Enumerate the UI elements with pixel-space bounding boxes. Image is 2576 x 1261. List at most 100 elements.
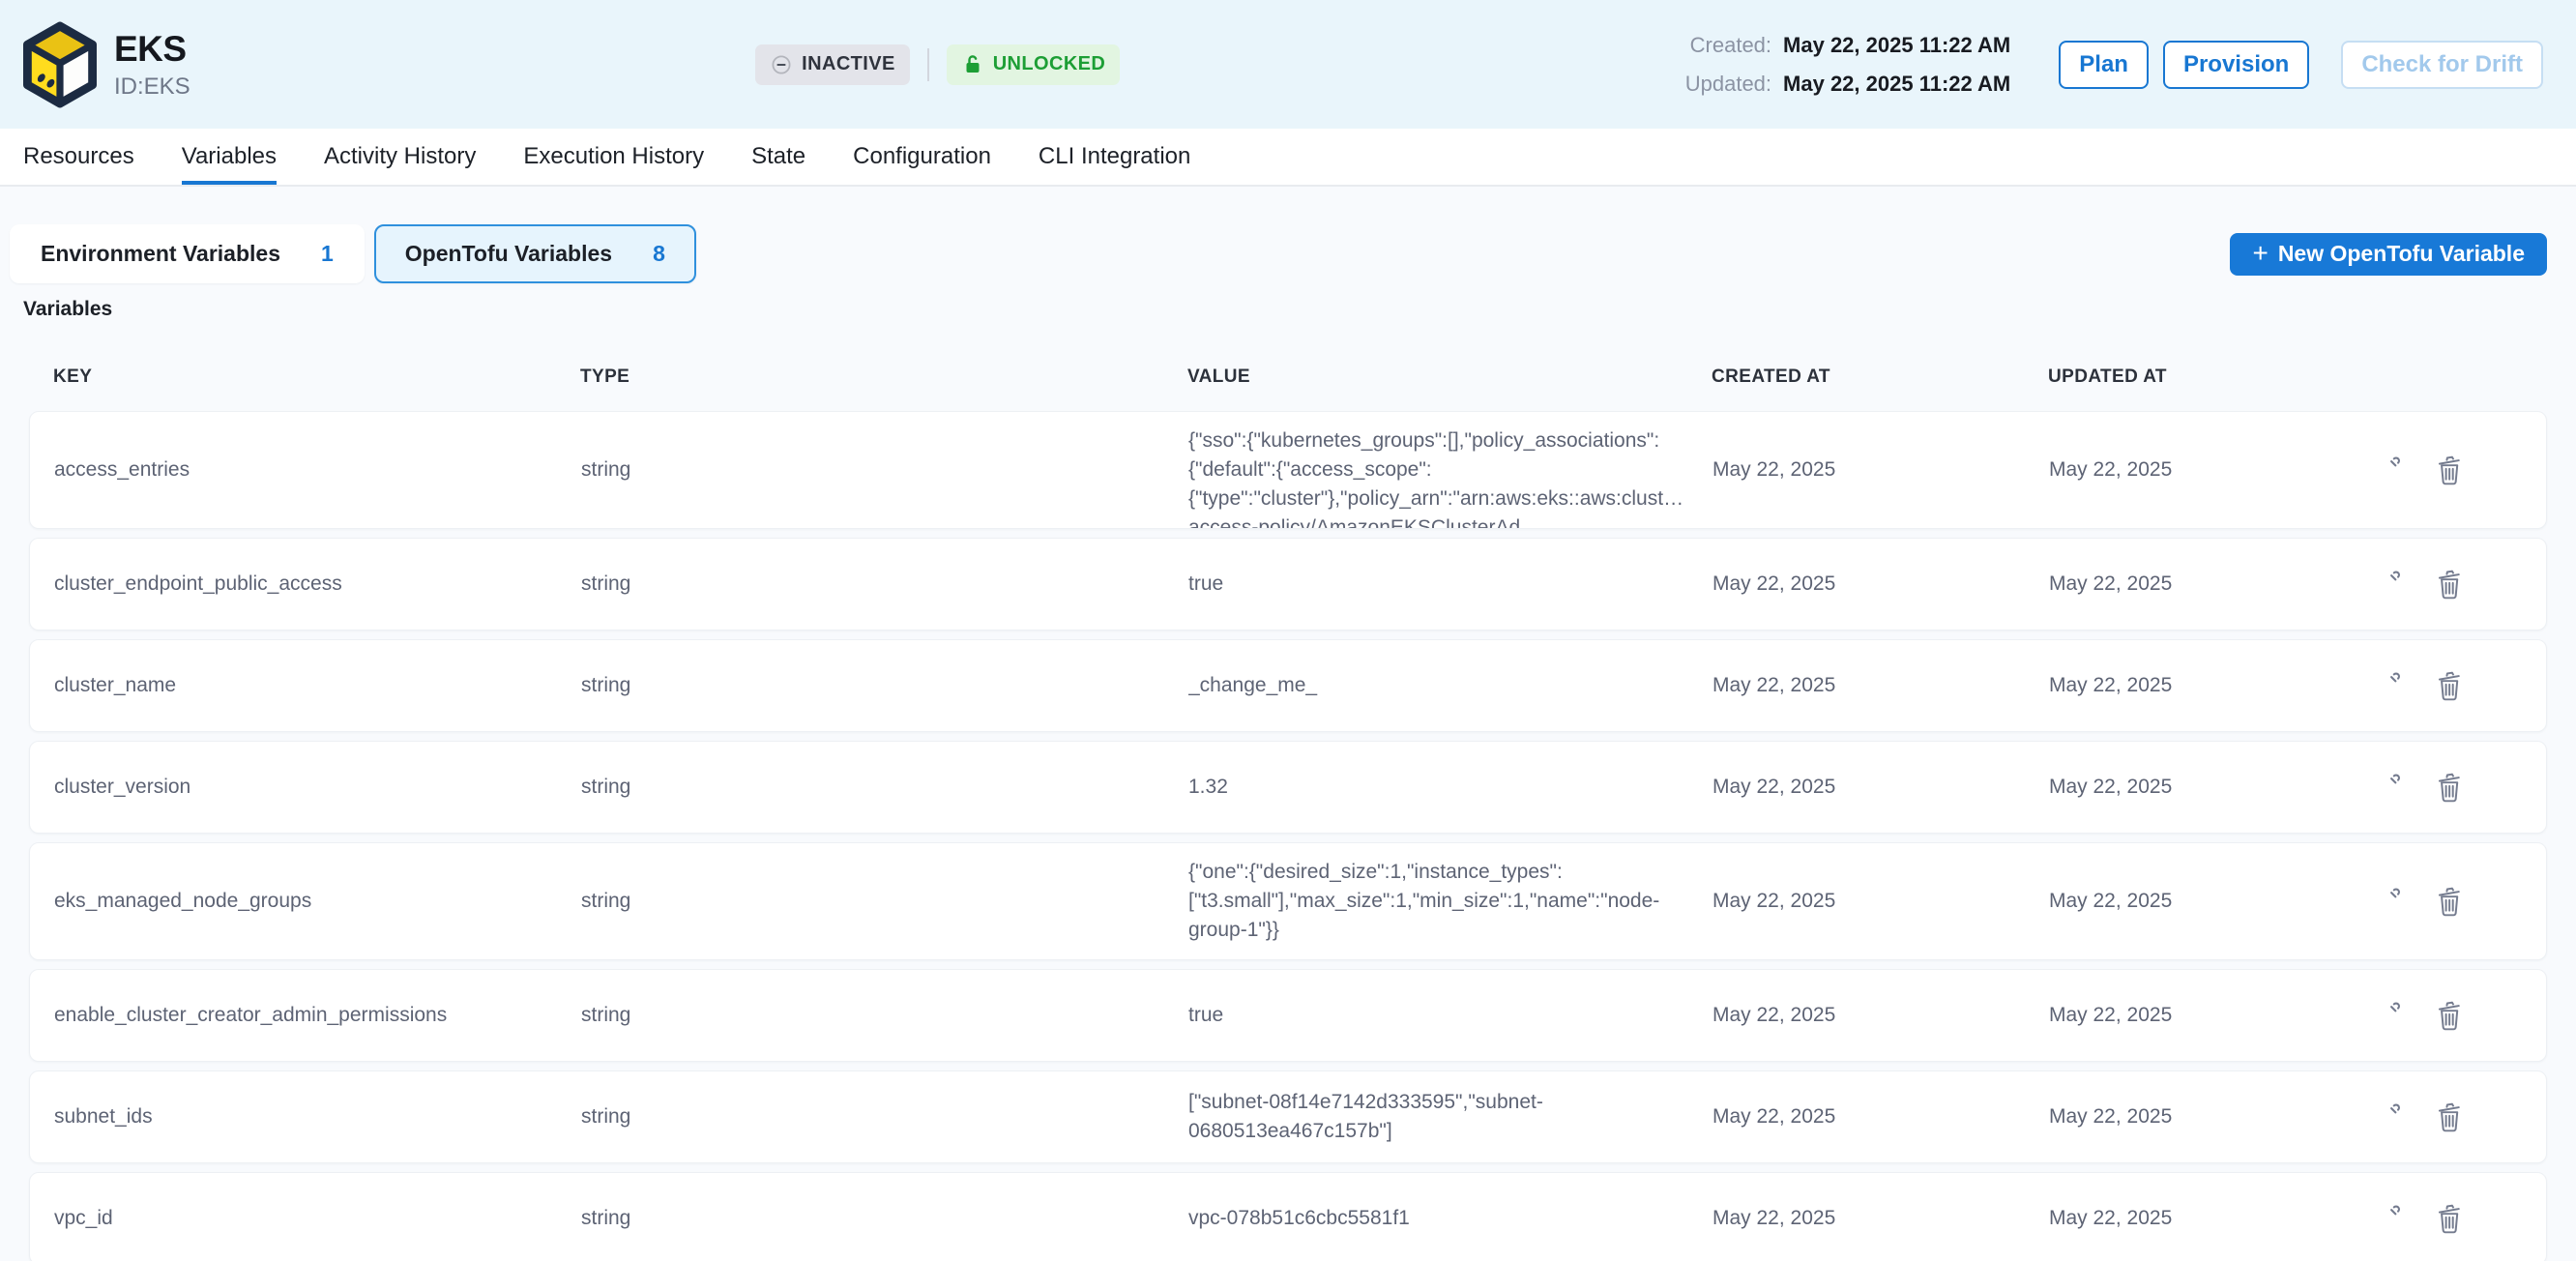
variable-updated-at: May 22, 2025 xyxy=(2049,1004,2333,1027)
variable-type: string xyxy=(581,674,1188,697)
delete-variable-button[interactable] xyxy=(2432,453,2467,487)
new-variable-label: New OpenTofu Variable xyxy=(2278,241,2525,267)
trash-icon xyxy=(2433,1202,2466,1235)
variable-key: enable_cluster_creator_admin_permissions xyxy=(54,1004,581,1027)
tab-configuration[interactable]: Configuration xyxy=(853,129,991,185)
variable-key: subnet_ids xyxy=(54,1105,581,1129)
variable-value: _change_me_ xyxy=(1188,657,1712,715)
trash-icon xyxy=(2433,885,2466,918)
variable-created-at: May 22, 2025 xyxy=(1712,572,2049,596)
status-badge-label: INACTIVE xyxy=(802,53,895,75)
tab-resources[interactable]: Resources xyxy=(23,129,134,185)
trash-icon xyxy=(2433,771,2466,804)
tab-cli-integration[interactable]: CLI Integration xyxy=(1039,129,1190,185)
edit-variable-button[interactable] xyxy=(2370,770,2405,805)
variable-type: string xyxy=(581,1105,1188,1129)
pencil-icon xyxy=(2371,669,2404,702)
edit-variable-button[interactable] xyxy=(2370,567,2405,601)
variable-value: vpc-078b51c6cbc5581f1 xyxy=(1188,1189,1712,1247)
delete-variable-button[interactable] xyxy=(2432,567,2467,601)
variable-created-at: May 22, 2025 xyxy=(1712,1207,2049,1230)
pencil-icon xyxy=(2371,1100,2404,1133)
title-block: EKS ID:EKS xyxy=(114,29,190,101)
trash-icon xyxy=(2433,1100,2466,1133)
table-row: cluster_name string _change_me_ May 22, … xyxy=(29,639,2547,732)
variable-updated-at: May 22, 2025 xyxy=(2049,572,2333,596)
variable-key: cluster_name xyxy=(54,674,581,697)
column-header-value: VALUE xyxy=(1187,367,1712,388)
opentofu-logo-icon xyxy=(21,20,99,109)
delete-variable-button[interactable] xyxy=(2432,770,2467,805)
variable-value: true xyxy=(1188,555,1712,613)
delete-variable-button[interactable] xyxy=(2432,1100,2467,1134)
variable-key: cluster_version xyxy=(54,776,581,799)
variable-type: string xyxy=(581,1207,1188,1230)
trash-icon xyxy=(2433,454,2466,486)
table-row: cluster_endpoint_public_access string tr… xyxy=(29,538,2547,630)
subtab-opentofu-variables[interactable]: OpenTofu Variables 8 xyxy=(374,224,696,283)
table-row: enable_cluster_creator_admin_permissions… xyxy=(29,969,2547,1062)
status-badges: INACTIVE UNLOCKED xyxy=(190,44,1685,85)
table-row: eks_managed_node_groups string {"one":{"… xyxy=(29,842,2547,960)
new-opentofu-variable-button[interactable]: + New OpenTofu Variable xyxy=(2230,233,2547,276)
variable-updated-at: May 22, 2025 xyxy=(2049,674,2333,697)
delete-variable-button[interactable] xyxy=(2432,1201,2467,1236)
subtab-environment-variables[interactable]: Environment Variables 1 xyxy=(10,224,365,283)
page-title: EKS xyxy=(114,29,190,70)
variable-value: {"one":{"desired_size":1,"instance_types… xyxy=(1188,843,1712,959)
variable-created-at: May 22, 2025 xyxy=(1712,458,2049,482)
pencil-icon xyxy=(2371,999,2404,1032)
variable-value: {"sso":{"kubernetes_groups":[],"policy_a… xyxy=(1188,412,1712,528)
edit-variable-button[interactable] xyxy=(2370,998,2405,1033)
plus-icon: + xyxy=(2252,240,2268,267)
edit-variable-button[interactable] xyxy=(2370,884,2405,919)
delete-variable-button[interactable] xyxy=(2432,884,2467,919)
lock-badge: UNLOCKED xyxy=(947,44,1121,85)
column-header-key: KEY xyxy=(53,367,580,388)
updated-label: Updated: xyxy=(1685,72,1771,97)
row-actions xyxy=(2333,453,2517,487)
variable-type: string xyxy=(581,890,1188,913)
tab-state[interactable]: State xyxy=(751,129,805,185)
delete-variable-button[interactable] xyxy=(2432,998,2467,1033)
trash-icon xyxy=(2433,999,2466,1032)
delete-variable-button[interactable] xyxy=(2432,668,2467,703)
variable-value: 1.32 xyxy=(1188,758,1712,816)
pencil-icon xyxy=(2371,568,2404,601)
variable-type-switcher: Environment Variables 1 OpenTofu Variabl… xyxy=(0,224,2576,283)
row-actions xyxy=(2333,1201,2517,1236)
subtab-label: OpenTofu Variables xyxy=(405,241,612,267)
badge-divider xyxy=(927,48,929,81)
variable-created-at: May 22, 2025 xyxy=(1712,776,2049,799)
tab-execution-history[interactable]: Execution History xyxy=(523,129,704,185)
row-actions xyxy=(2333,770,2517,805)
tab-activity-history[interactable]: Activity History xyxy=(324,129,476,185)
variables-table: KEY TYPE VALUE CREATED AT UPDATED AT acc… xyxy=(29,351,2547,1261)
row-actions xyxy=(2333,884,2517,919)
header-actions: Plan Provision Check for Drift xyxy=(2059,41,2543,89)
table-row: access_entries string {"sso":{"kubernete… xyxy=(29,411,2547,529)
plan-button[interactable]: Plan xyxy=(2059,41,2149,89)
variable-created-at: May 22, 2025 xyxy=(1712,890,2049,913)
check-for-drift-button[interactable]: Check for Drift xyxy=(2341,41,2543,89)
variable-updated-at: May 22, 2025 xyxy=(2049,776,2333,799)
variable-updated-at: May 22, 2025 xyxy=(2049,458,2333,482)
tab-variables[interactable]: Variables xyxy=(182,129,277,185)
variable-created-at: May 22, 2025 xyxy=(1712,1004,2049,1027)
updated-value: May 22, 2025 11:22 AM xyxy=(1783,72,2010,97)
section-title: Variables xyxy=(0,283,2576,321)
variable-key: cluster_endpoint_public_access xyxy=(54,572,581,596)
subtab-label: Environment Variables xyxy=(41,241,280,267)
variable-key: eks_managed_node_groups xyxy=(54,890,581,913)
edit-variable-button[interactable] xyxy=(2370,1100,2405,1134)
provision-button[interactable]: Provision xyxy=(2163,41,2309,89)
variable-type: string xyxy=(581,572,1188,596)
variable-key: access_entries xyxy=(54,458,581,482)
edit-variable-button[interactable] xyxy=(2370,1201,2405,1236)
variable-updated-at: May 22, 2025 xyxy=(2049,1207,2333,1230)
edit-variable-button[interactable] xyxy=(2370,668,2405,703)
table-row: cluster_version string 1.32 May 22, 2025… xyxy=(29,741,2547,834)
edit-variable-button[interactable] xyxy=(2370,453,2405,487)
variable-value: ["subnet-08f14e7142d333595","subnet-0680… xyxy=(1188,1073,1712,1160)
unlock-icon xyxy=(961,53,984,76)
